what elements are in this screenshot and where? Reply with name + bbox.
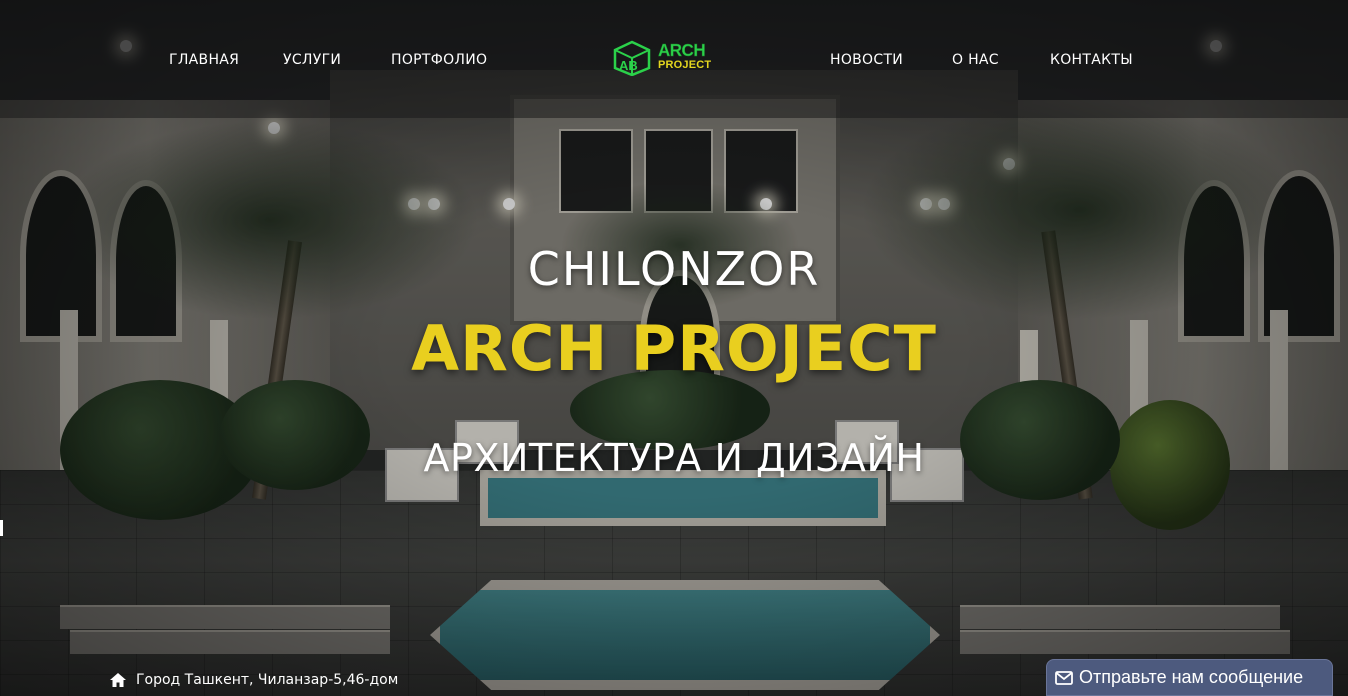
hero-title: ARCH PROJECT [411,312,937,385]
svg-text:AB: AB [619,58,638,73]
home-icon [110,673,126,687]
hero-subtitle-top: CHILONZOR [527,242,821,296]
address-text: Город Ташкент, Чиланзар-5,46-дом [136,672,399,688]
logo-text-project: PROJECT [658,59,712,71]
slider-edge-marker [0,520,3,536]
logo-text-arch: ARCH [658,40,706,61]
nav-link-portfolio[interactable]: ПОРТФОЛИО [391,52,487,68]
send-message-button[interactable]: Отправьте нам сообщение [1046,659,1333,696]
nav-link-services[interactable]: УСЛУГИ [283,52,341,68]
nav-link-about[interactable]: О НАС [952,52,999,68]
send-message-label: Отправьте нам сообщение [1079,667,1304,687]
hero-subtitle-bottom: АРХИТЕКТУРА И ДИЗАЙН [423,436,925,480]
nav-link-news[interactable]: НОВОСТИ [830,52,903,68]
envelope-icon [1055,670,1073,685]
site-logo[interactable]: AB ARCH PROJECT [612,40,724,76]
top-header: ГЛАВНАЯ УСЛУГИ ПОРТФОЛИО AB ARCH PROJECT… [0,0,1348,118]
footer-address: Город Ташкент, Чиланзар-5,46-дом [110,672,398,688]
nav-link-home[interactable]: ГЛАВНАЯ [169,52,239,68]
nav-link-contacts[interactable]: КОНТАКТЫ [1050,52,1133,68]
logo-cube-icon: AB [613,40,651,76]
